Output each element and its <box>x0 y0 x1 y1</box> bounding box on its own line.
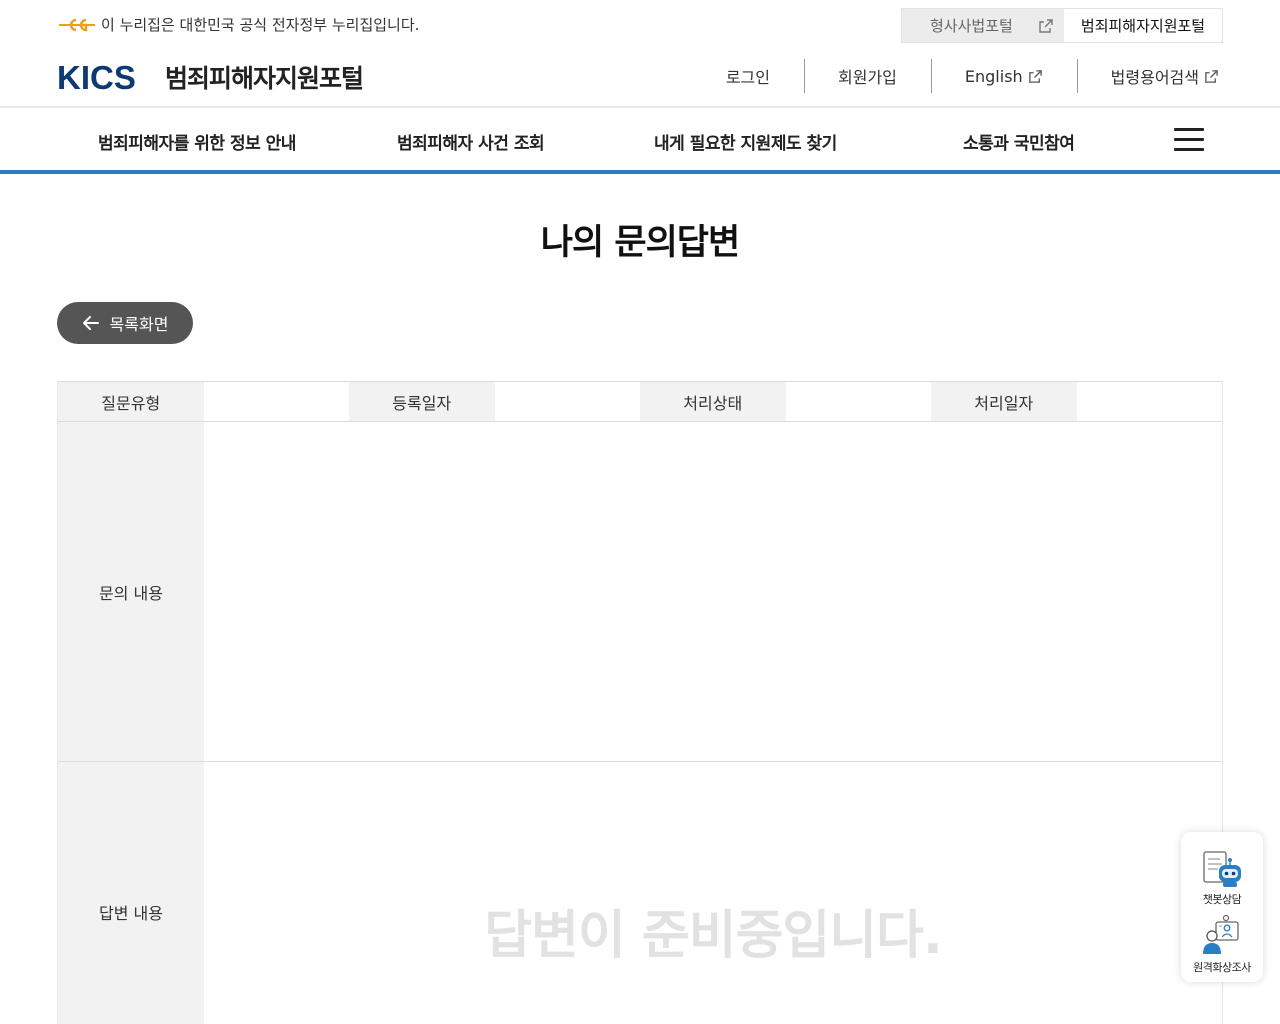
registered-date-value <box>494 382 640 421</box>
svg-text:KICS: KICS <box>57 60 136 94</box>
utility-nav: 로그인 회원가입 English 법령용어검색 <box>692 58 1223 94</box>
nav-accent-bar <box>0 170 1280 174</box>
signup-label: 회원가입 <box>838 68 897 87</box>
meta-row: 질문유형 등록일자 처리상태 처리일자 <box>58 382 1222 422</box>
inquiry-detail-table: 질문유형 등록일자 처리상태 처리일자 문의 내용 답변 내용 답변이 준비중입… <box>57 381 1223 1024</box>
site-header: KICS 범죄피해자지원포털 로그인 회원가입 English 법령용어검색 <box>0 50 1280 106</box>
answer-content-value: 답변이 준비중입니다. <box>204 762 1222 1024</box>
processed-date-label: 처리일자 <box>931 382 1077 421</box>
kics-logo-icon: KICS <box>57 60 136 94</box>
external-link-icon <box>1039 18 1053 33</box>
question-type-value <box>203 382 349 421</box>
legal-term-search-link[interactable]: 법령용어검색 <box>1076 58 1223 94</box>
chatbot-button[interactable]: 챗봇상담 <box>1181 850 1263 907</box>
processed-date-value <box>1076 382 1222 421</box>
external-link-icon <box>1028 69 1042 83</box>
answer-content-label: 답변 내용 <box>58 762 204 1024</box>
video-call-icon <box>1203 914 1239 954</box>
back-to-list-button[interactable]: 목록화면 <box>57 302 193 344</box>
question-content-value <box>204 422 1222 761</box>
gov-notice-text: 이 누리집은 대한민국 공식 전자정부 누리집입니다. <box>101 16 420 34</box>
remote-video-survey-label: 원격화상조사 <box>1193 961 1251 974</box>
registered-date-label: 등록일자 <box>349 382 495 421</box>
answer-row: 답변 내용 답변이 준비중입니다. <box>58 762 1222 1024</box>
nav-case-lookup[interactable]: 범죄피해자 사건 조회 <box>397 129 545 154</box>
nav-victim-info[interactable]: 범죄피해자를 위한 정보 안내 <box>98 129 296 154</box>
question-content-label: 문의 내용 <box>58 422 204 761</box>
gov-emblem-icon <box>59 18 95 31</box>
gov-bar: 이 누리집은 대한민국 공식 전자정부 누리집입니다. 형사사법포털 범죄피해자… <box>0 0 1280 50</box>
legal-term-label: 법령용어검색 <box>1110 68 1199 87</box>
english-label: English <box>964 66 1023 86</box>
english-link[interactable]: English <box>930 58 1077 94</box>
chatbot-label: 챗봇상담 <box>1202 893 1242 906</box>
nav-participation[interactable]: 소통과 국민참여 <box>963 129 1075 154</box>
signup-link[interactable]: 회원가입 <box>804 58 931 94</box>
portal-link-criminal-justice[interactable]: 형사사법포털 <box>902 9 1064 42</box>
question-type-label: 질문유형 <box>58 382 204 421</box>
chatbot-icon <box>1203 851 1241 887</box>
nav-find-support[interactable]: 내게 필요한 지원제도 찾기 <box>654 129 837 154</box>
question-row: 문의 내용 <box>58 422 1222 762</box>
external-link-icon <box>1205 69 1218 83</box>
quick-menu: 챗봇상담 원격화상조사 <box>1181 832 1263 982</box>
main-nav: 범죄피해자를 위한 정보 안내 범죄피해자 사건 조회 내게 필요한 지원제도 … <box>0 108 1280 171</box>
login-link[interactable]: 로그인 <box>692 58 804 94</box>
arrow-left-icon <box>82 316 99 330</box>
portal-link-label: 형사사법포털 <box>930 17 1013 35</box>
portal-link-label: 범죄피해자지원포털 <box>1080 17 1206 35</box>
gov-notice: 이 누리집은 대한민국 공식 전자정부 누리집입니다. <box>57 14 419 35</box>
portal-link-victim-support[interactable]: 범죄피해자지원포털 <box>1064 9 1222 42</box>
portal-switch: 형사사법포털 범죄피해자지원포털 <box>901 8 1223 43</box>
status-value <box>785 382 931 421</box>
page-title: 나의 문의답변 <box>540 223 740 263</box>
site-name: 범죄피해자지원포털 <box>165 64 364 93</box>
answer-pending-text: 답변이 준비중입니다. <box>484 906 942 966</box>
site-logo[interactable]: KICS 범죄피해자지원포털 <box>57 59 364 95</box>
back-to-list-label: 목록화면 <box>109 315 169 334</box>
status-label: 처리상태 <box>640 382 786 421</box>
hamburger-menu-icon[interactable] <box>1174 128 1204 154</box>
remote-video-survey-button[interactable]: 원격화상조사 <box>1181 914 1263 975</box>
login-label: 로그인 <box>725 68 770 87</box>
